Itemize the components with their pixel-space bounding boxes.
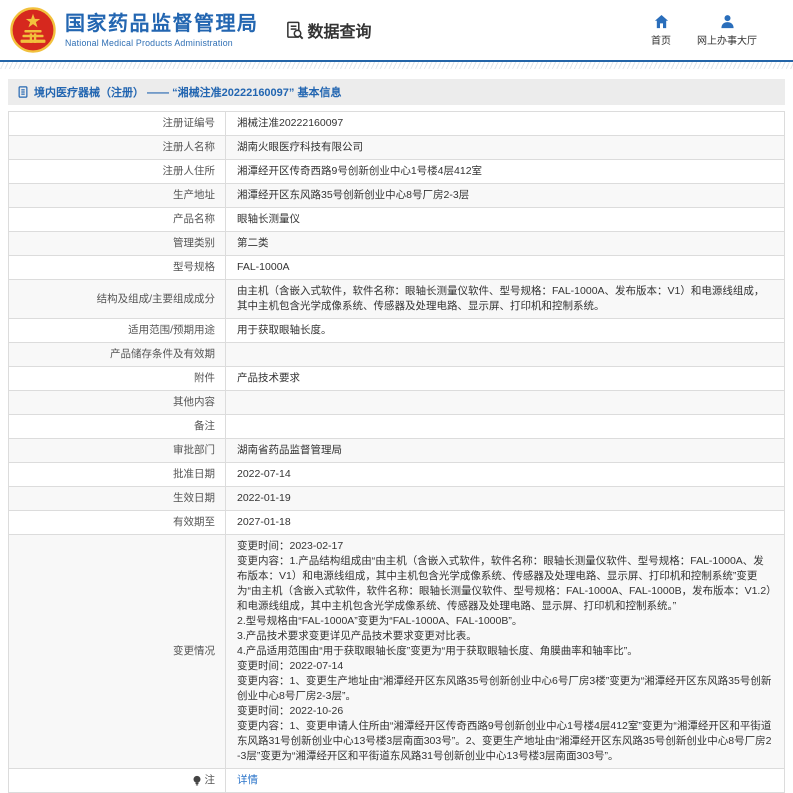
row-value: [226, 391, 784, 414]
row-label: 附件: [9, 367, 226, 390]
row-label: 注册人住所: [9, 160, 226, 183]
home-icon: [654, 14, 669, 29]
row-label: 适用范围/预期用途: [9, 319, 226, 342]
row-label: 批准日期: [9, 463, 226, 486]
row-value: 湘潭经开区传奇西路9号创新创业中心1号楼4层412室: [237, 165, 483, 177]
table-row-product-name: 产品名称 眼轴长测量仪: [9, 208, 784, 232]
data-query-tab[interactable]: 数据查询: [285, 18, 372, 42]
table-row-production-address: 生产地址 湘潭经开区东风路35号创新创业中心8号厂房2-3层: [9, 184, 784, 208]
table-row-registrant-address: 注册人住所 湘潭经开区传奇西路9号创新创业中心1号楼4层412室: [9, 160, 784, 184]
national-emblem-icon: [10, 7, 56, 53]
site-subtitle: National Medical Products Administration: [65, 37, 233, 48]
table-row-attachments: 附件 产品技术要求: [9, 367, 784, 391]
table-row-other-content: 其他内容: [9, 391, 784, 415]
row-label: 备注: [9, 415, 226, 438]
row-value: [226, 343, 784, 366]
row-value: 变更时间：2023-02-17 变更内容：1.产品结构组成由“由主机（含嵌入式软…: [237, 540, 772, 762]
row-value: FAL-1000A: [237, 261, 290, 273]
row-label: 审批部门: [9, 439, 226, 462]
row-value: 湖南火眼医疗科技有限公司: [237, 141, 363, 153]
nav-online-hall-label: 网上办事大厅: [697, 35, 757, 47]
user-icon: [720, 14, 735, 29]
table-row-registration-number: 注册证编号 湘械注准20222160097: [9, 112, 784, 136]
row-value: 2027-01-18: [237, 516, 291, 528]
document-icon: [17, 86, 29, 98]
registration-info-table: 注册证编号 湘械注准20222160097 注册人名称 湖南火眼医疗科技有限公司…: [8, 111, 785, 793]
row-value: 2022-07-14: [237, 468, 291, 480]
row-value: [226, 415, 784, 438]
table-row-change-history: 变更情况 变更时间：2023-02-17 变更内容：1.产品结构组成由“由主机（…: [9, 535, 784, 769]
row-label: 注册证编号: [9, 112, 226, 135]
site-title-block: 国家药品监督管理局 National Medical Products Admi…: [65, 13, 259, 48]
breadcrumb: 境内医疗器械（注册） —— “湘械注准20222160097” 基本信息: [8, 79, 785, 105]
site-title: 国家药品监督管理局: [65, 12, 259, 35]
details-link[interactable]: 详情: [237, 773, 258, 788]
row-value: 湘械注准20222160097: [237, 117, 344, 129]
document-search-icon: [285, 21, 304, 40]
table-row-structure-composition: 结构及组成/主要组成成分 由主机（含嵌入式软件，软件名称：眼轴长测量仪软件、型号…: [9, 280, 784, 319]
row-value: 用于获取眼轴长度。: [237, 324, 332, 336]
data-query-label: 数据查询: [307, 24, 372, 41]
table-row-storage-conditions: 产品储存条件及有效期: [9, 343, 784, 367]
row-label: 结构及组成/主要组成成分: [9, 280, 226, 318]
row-label: 其他内容: [9, 391, 226, 414]
row-value: 湘潭经开区东风路35号创新创业中心8号厂房2-3层: [237, 189, 470, 201]
table-row-registrant-name: 注册人名称 湖南火眼医疗科技有限公司: [9, 136, 784, 160]
table-row-approval-department: 审批部门 湖南省药品监督管理局: [9, 439, 784, 463]
row-label: 生效日期: [9, 487, 226, 510]
note-label: 注: [204, 774, 216, 786]
row-label: 产品储存条件及有效期: [9, 343, 226, 366]
row-label: 管理类别: [9, 232, 226, 255]
row-label: 有效期至: [9, 511, 226, 534]
nav-home-label: 首页: [651, 35, 671, 47]
lightbulb-icon: [192, 775, 202, 787]
row-label: 生产地址: [9, 184, 226, 207]
header-nav: 首页 网上办事大厅: [651, 14, 779, 47]
breadcrumb-label: 境内医疗器械（注册） —— “湘械注准20222160097” 基本信息: [34, 87, 342, 99]
site-logo[interactable]: 国家药品监督管理局 National Medical Products Admi…: [10, 7, 259, 53]
header-hatch-band: [0, 62, 793, 69]
row-value: 由主机（含嵌入式软件，软件名称：眼轴长测量仪软件、型号规格：FAL-1000A、…: [237, 285, 765, 312]
table-row-intended-use: 适用范围/预期用途 用于获取眼轴长度。: [9, 319, 784, 343]
row-value: 第二类: [237, 237, 269, 249]
row-label: 注册人名称: [9, 136, 226, 159]
table-row-effective-date: 生效日期 2022-01-19: [9, 487, 784, 511]
table-row-remarks: 备注: [9, 415, 784, 439]
row-label: 变更情况: [9, 535, 226, 768]
row-value: 产品技术要求: [237, 372, 300, 384]
site-header: 国家药品监督管理局 National Medical Products Admi…: [0, 0, 793, 60]
row-value: 2022-01-19: [237, 492, 291, 504]
row-label: 注: [9, 769, 226, 792]
table-row-expiry-date: 有效期至 2027-01-18: [9, 511, 784, 535]
row-label: 型号规格: [9, 256, 226, 279]
row-value: 眼轴长测量仪: [237, 213, 300, 225]
table-row-management-class: 管理类别 第二类: [9, 232, 784, 256]
nav-online-hall[interactable]: 网上办事大厅: [697, 14, 757, 47]
table-row-note: 注 详情: [9, 769, 784, 793]
nav-home[interactable]: 首页: [651, 14, 671, 47]
table-row-model-spec: 型号规格 FAL-1000A: [9, 256, 784, 280]
table-row-approval-date: 批准日期 2022-07-14: [9, 463, 784, 487]
row-label: 产品名称: [9, 208, 226, 231]
row-value: 湖南省药品监督管理局: [237, 444, 342, 456]
